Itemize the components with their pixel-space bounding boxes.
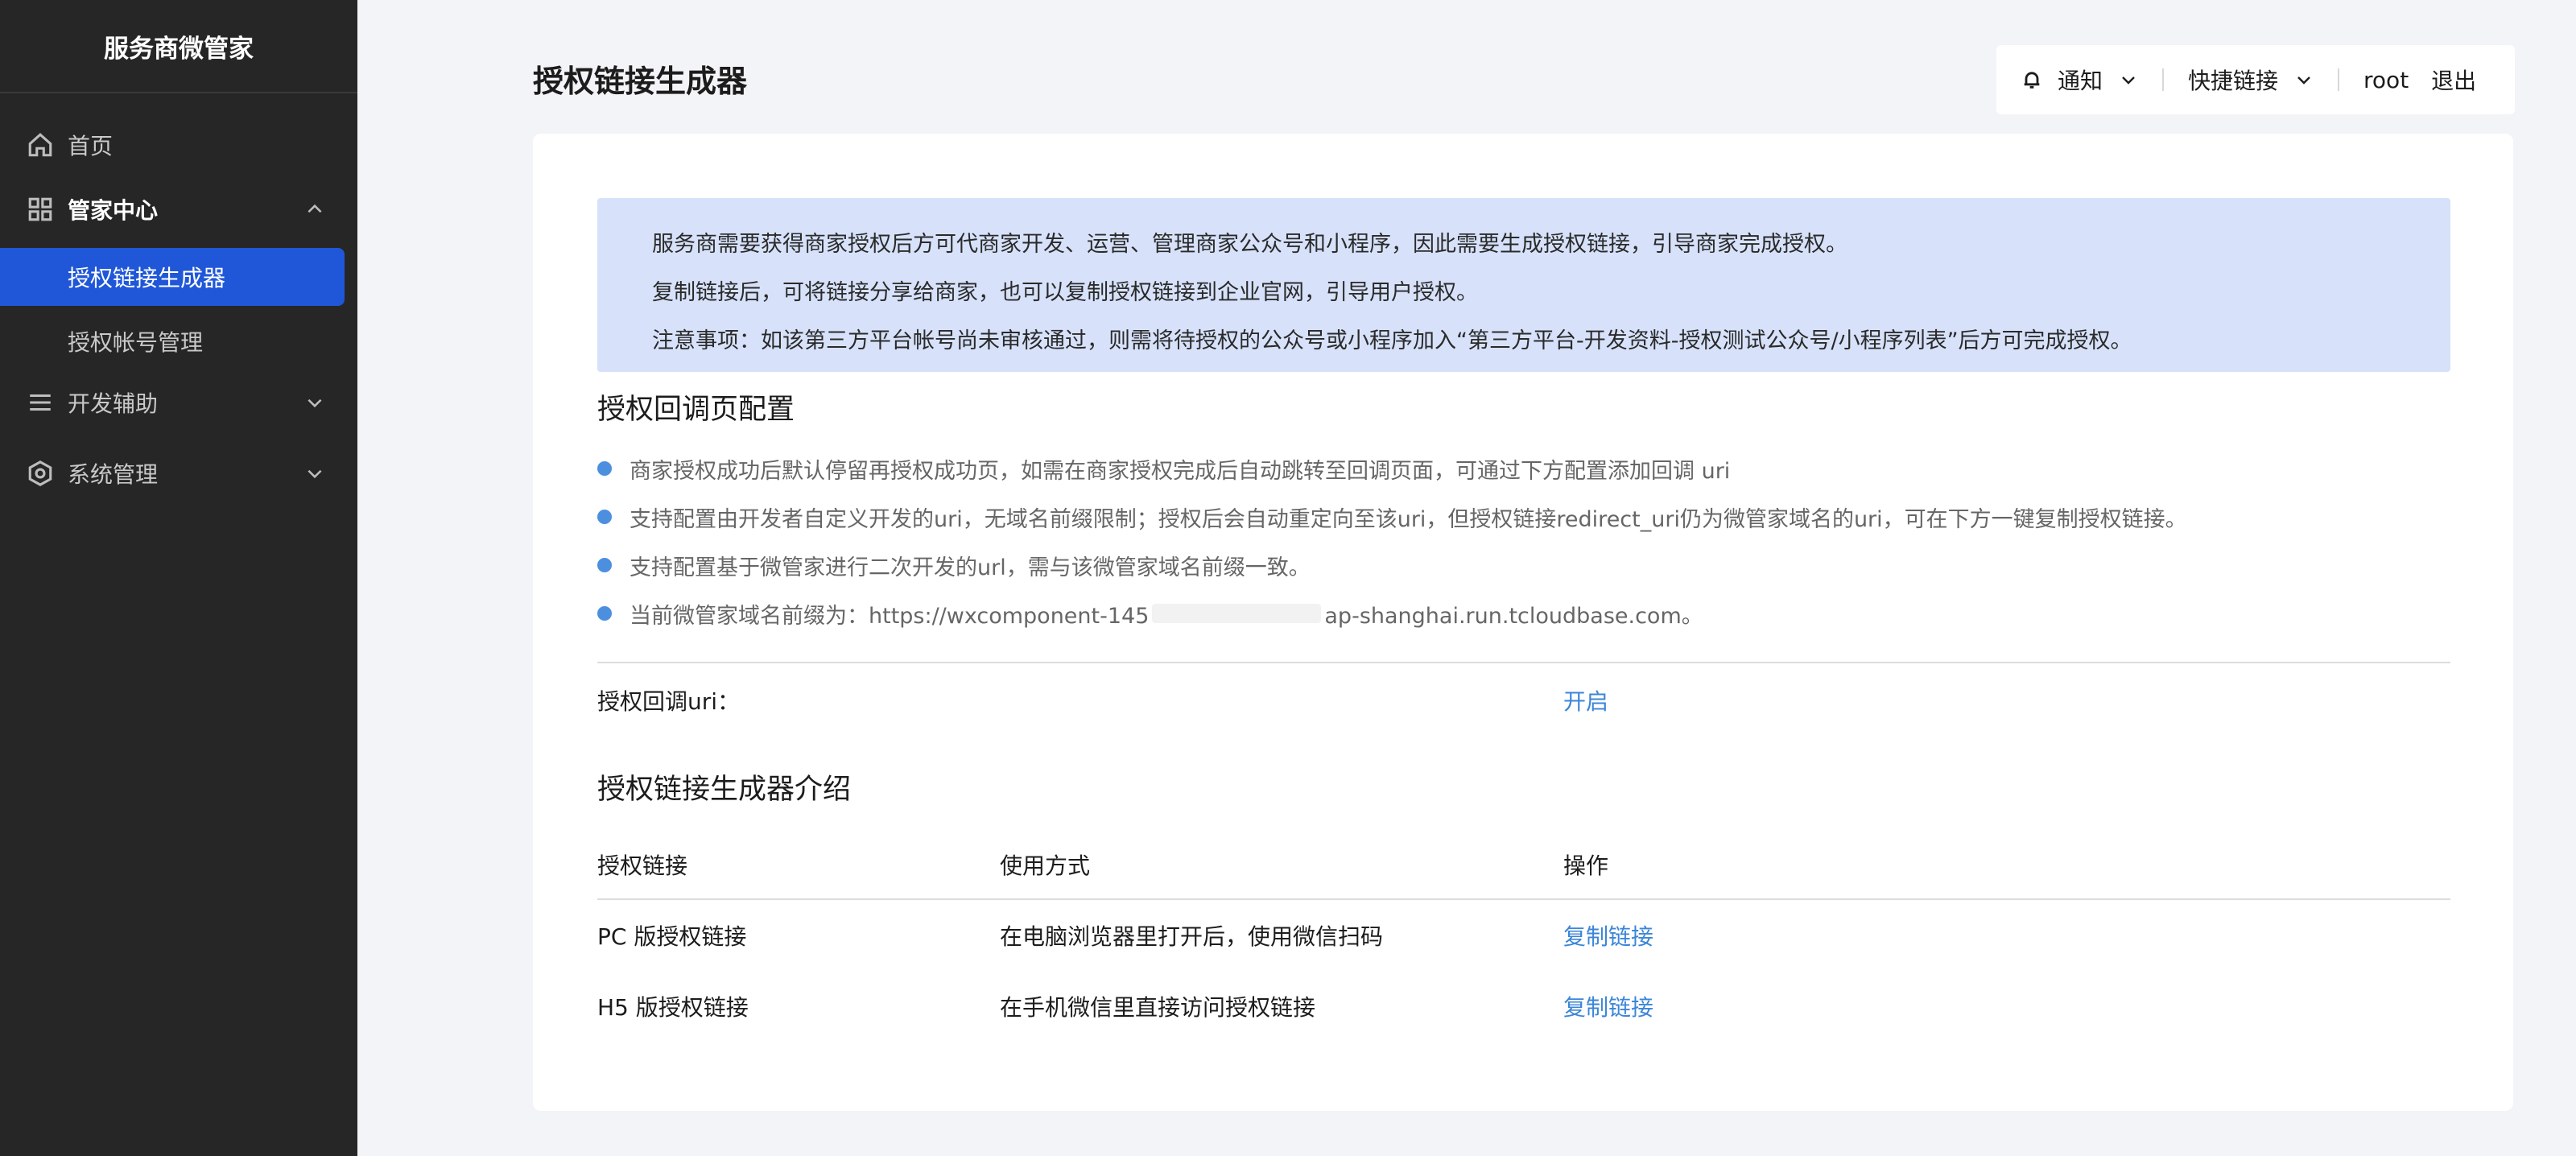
callback-uri-label: 授权回调uri：	[597, 688, 741, 715]
bullet-dot	[597, 510, 612, 524]
menu-icon	[26, 388, 55, 417]
sidebar-item-home[interactable]: 首页	[0, 113, 357, 177]
callback-section-title: 授权回调页配置	[597, 394, 795, 426]
copy-link-button[interactable]: 复制链接	[1563, 971, 1653, 1042]
sidebar-item-auth-link-generator[interactable]: 授权链接生成器	[0, 248, 345, 306]
notice-line: 注意事项：如该第三方平台帐号尚未审核通过，则需将待授权的公众号或小程序加入“第三…	[652, 328, 2132, 353]
notice-banner: 服务商需要获得商家授权后方可代商家开发、运营、管理商家公众号和小程序，因此需要生…	[597, 198, 2450, 372]
list-item: 商家授权成功后默认停留再授权成功页，如需在商家授权完成后自动跳转至回调页面，可通…	[597, 444, 2450, 493]
user-name[interactable]: root	[2363, 67, 2409, 93]
section-divider	[597, 662, 2450, 663]
sidebar-item-label: 开发辅助	[68, 390, 159, 417]
bullet-dot	[597, 558, 612, 572]
toolbar-divider	[2162, 68, 2165, 91]
column-header: 授权链接	[597, 853, 688, 879]
domain-prefix-tail: ap-shanghai.run.tcloudbase.com。	[1324, 603, 1703, 629]
table-row: H5 版授权链接 在手机微信里直接访问授权链接 复制链接	[597, 971, 2450, 1042]
sidebar-item-label: 管家中心	[68, 197, 159, 224]
column-header: 使用方式	[1000, 853, 1091, 879]
nav-menu: 首页 管家中心 授权链接生成器 授权帐号管理 开发辅助 系统管理	[0, 93, 357, 506]
page-title: 授权链接生成器	[533, 64, 748, 99]
notice-line: 复制链接后，可将链接分享给商家，也可以复制授权链接到企业官网，引导用户授权。	[652, 280, 1478, 305]
quick-links-label: 快捷链接	[2188, 68, 2279, 94]
table-header-row: 授权链接 使用方式 操作	[597, 829, 2450, 900]
bullet-dot	[597, 606, 612, 621]
sidebar-item-label: 系统管理	[68, 461, 159, 488]
sidebar-item-system-manage[interactable]: 系统管理	[0, 441, 357, 506]
bell-icon	[2024, 72, 2040, 89]
hexagon-gear-icon	[26, 459, 55, 488]
grid-icon	[26, 195, 55, 224]
link-name: PC 版授权链接	[597, 923, 747, 950]
enable-callback-link[interactable]: 开启	[1563, 684, 1608, 716]
chevron-down-icon	[2122, 76, 2135, 85]
domain-prefix-text: 当前微管家域名前缀为：https://wxcomponent-145	[630, 603, 1150, 629]
chevron-down-icon	[304, 392, 325, 413]
link-usage: 在手机微信里直接访问授权链接	[1000, 994, 1316, 1021]
list-item: 支持配置由开发者自定义开发的uri，无域名前缀限制；授权后会自动重定向至该uri…	[597, 493, 2450, 541]
copy-link-button[interactable]: 复制链接	[1563, 900, 1653, 971]
bullet-text: 商家授权成功后默认停留再授权成功页，如需在商家授权完成后自动跳转至回调页面，可通…	[630, 458, 1731, 484]
list-item: 支持配置基于微管家进行二次开发的url，需与该微管家域名前缀一致。	[597, 541, 2450, 589]
sidebar-item-label: 首页	[68, 133, 114, 159]
redacted-segment	[1152, 604, 1322, 623]
top-toolbar: 通知 快捷链接 root 退出	[1996, 45, 2515, 114]
bullet-text: 支持配置由开发者自定义开发的uri，无域名前缀限制；授权后会自动重定向至该uri…	[630, 506, 2187, 532]
sidebar: 服务商微管家 首页 管家中心 授权链接生成器 授权帐号管理 开发辅助 系统管理	[0, 0, 357, 1156]
toolbar-divider	[2338, 68, 2340, 91]
link-name: H5 版授权链接	[597, 994, 749, 1021]
notify-label: 通知	[2058, 68, 2103, 94]
brand-title: 服务商微管家	[0, 0, 357, 93]
chevron-up-icon	[304, 199, 325, 220]
sidebar-item-auth-account-manage[interactable]: 授权帐号管理	[0, 312, 345, 370]
bullet-dot	[597, 461, 612, 476]
column-header: 操作	[1563, 853, 1609, 879]
intro-section-title: 授权链接生成器介绍	[597, 774, 852, 806]
chevron-down-icon	[304, 463, 325, 484]
callback-bullet-list: 商家授权成功后默认停留再授权成功页，如需在商家授权完成后自动跳转至回调页面，可通…	[597, 444, 2450, 638]
chevron-down-icon	[2297, 76, 2310, 85]
logout-button[interactable]: 退出	[2431, 64, 2476, 96]
auth-link-table: 授权链接 使用方式 操作 PC 版授权链接 在电脑浏览器里打开后，使用微信扫码 …	[597, 829, 2450, 1042]
sidebar-item-dev-assist[interactable]: 开发辅助	[0, 370, 357, 435]
notice-line: 服务商需要获得商家授权后方可代商家开发、运营、管理商家公众号和小程序，因此需要生…	[652, 232, 1847, 257]
notify-dropdown[interactable]: 通知	[2021, 64, 2138, 96]
link-usage: 在电脑浏览器里打开后，使用微信扫码	[1000, 923, 1384, 950]
sidebar-item-manager-center[interactable]: 管家中心	[0, 177, 357, 242]
list-item: 当前微管家域名前缀为：https://wxcomponent-145 ap-sh…	[597, 589, 2450, 638]
main-card: 服务商需要获得商家授权后方可代商家开发、运营、管理商家公众号和小程序，因此需要生…	[533, 134, 2513, 1111]
home-icon	[26, 130, 55, 159]
bullet-text: 支持配置基于微管家进行二次开发的url，需与该微管家域名前缀一致。	[630, 555, 1311, 580]
table-row: PC 版授权链接 在电脑浏览器里打开后，使用微信扫码 复制链接	[597, 900, 2450, 971]
quick-links-dropdown[interactable]: 快捷链接	[2188, 64, 2314, 96]
